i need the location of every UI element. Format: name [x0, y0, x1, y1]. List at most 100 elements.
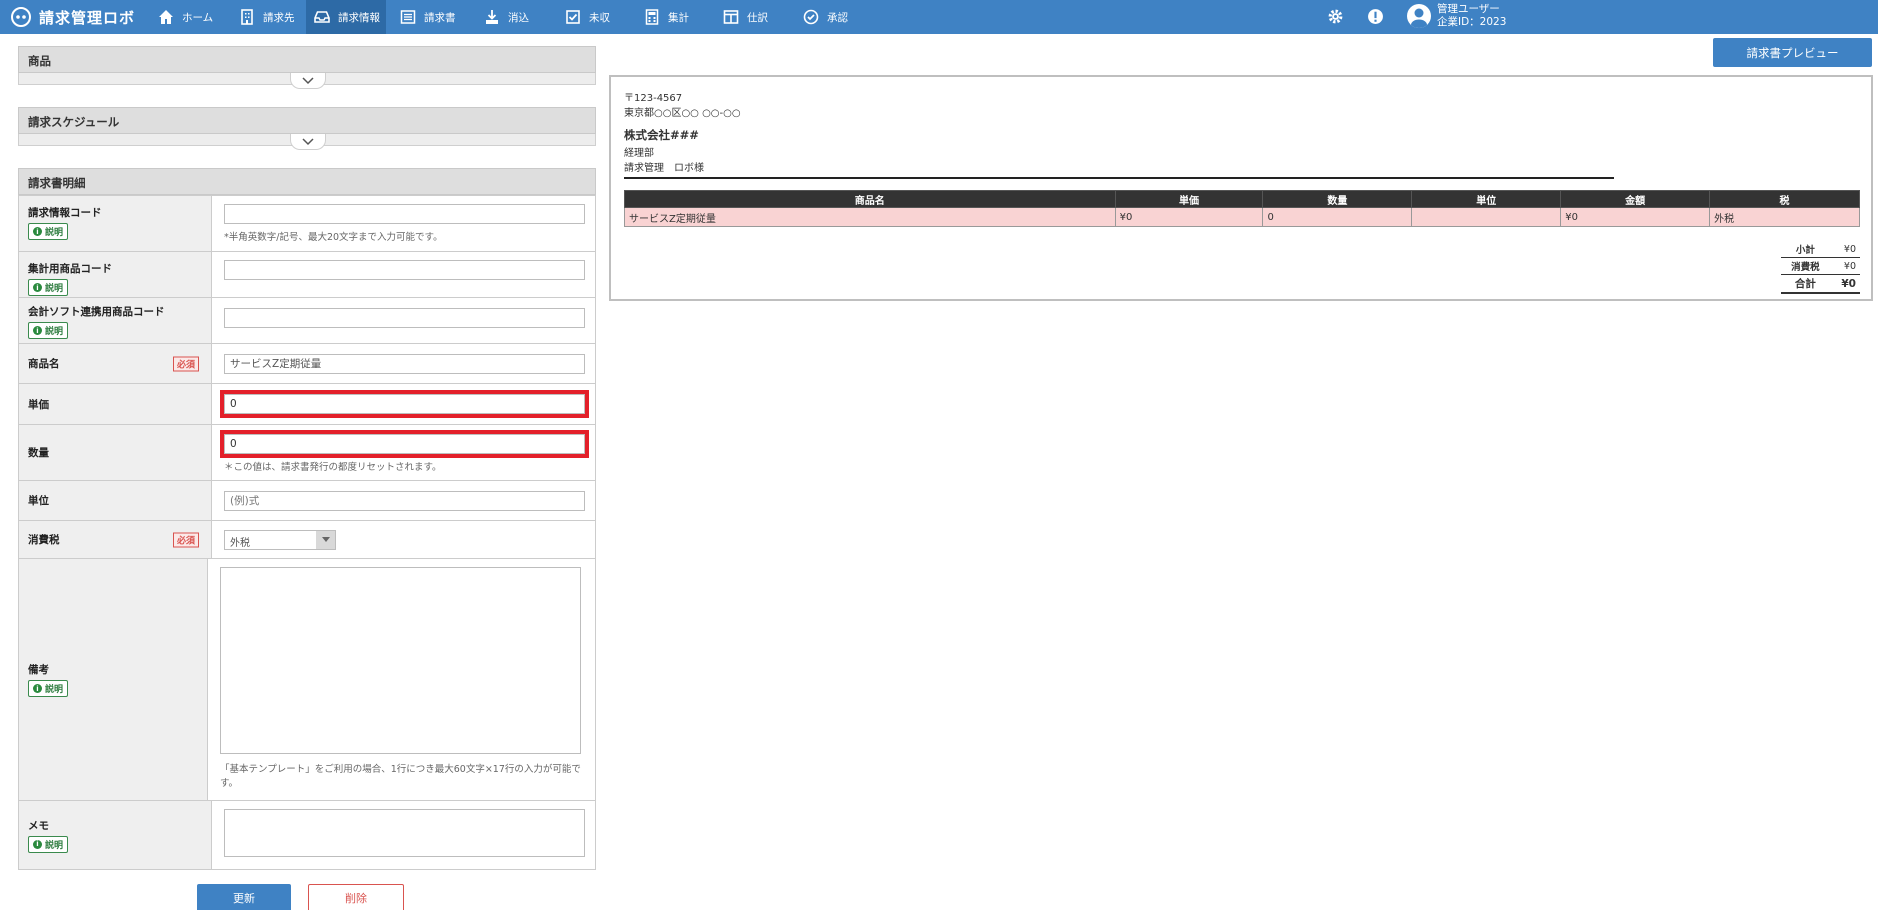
nav-unpaid-label: 未収	[589, 11, 610, 24]
building-icon	[241, 9, 253, 25]
label-cell: メモ i 説明	[19, 801, 212, 869]
info-icon: i	[33, 227, 42, 236]
column-header: 数量	[1262, 190, 1413, 208]
help-button[interactable]: i 説明	[28, 680, 69, 697]
product-name-label: 商品名	[28, 358, 60, 370]
table-cell: 外税	[1709, 207, 1860, 227]
tax-total-value: ¥0	[1829, 257, 1860, 275]
nav-billing-target[interactable]: 請求先	[239, 0, 299, 34]
nav-journal-label: 仕訳	[747, 11, 768, 24]
help-label: 説明	[45, 327, 64, 337]
alert-icon[interactable]	[1367, 8, 1384, 25]
home-icon	[159, 10, 173, 24]
avatar	[1407, 4, 1431, 28]
preview-totals: 小計 ¥0 消費税 ¥0 合計 ¥0	[1781, 241, 1860, 294]
delete-button[interactable]: 削除	[308, 884, 404, 910]
memo-label: メモ	[28, 819, 49, 832]
preview-postal: 〒123-4567	[624, 93, 683, 104]
nav-aggregate-label: 集計	[668, 11, 689, 24]
invoice-preview: 〒123-4567 東京都○○区○○ ○○-○○ 株式会社### 経理部 請求管…	[609, 75, 1873, 301]
column-header: 商品名	[624, 190, 1116, 208]
help-button[interactable]: i 説明	[28, 835, 69, 853]
column-header: 単価	[1114, 190, 1264, 208]
memo-textarea[interactable]	[224, 809, 585, 857]
nav-journal[interactable]: 仕訳	[723, 0, 775, 34]
schedule-expand-toggle[interactable]	[290, 134, 326, 150]
nav-aggregate[interactable]: 集計	[644, 0, 696, 34]
tax-select-value: 外税	[230, 537, 250, 549]
nav-billing-info[interactable]: 請求情報	[306, 0, 386, 34]
table-header-row: 商品名 単価 数量 単位 金額 税	[624, 190, 1860, 208]
help-button[interactable]: i 説明	[28, 279, 69, 296]
nav-reconcile-label: 消込	[508, 11, 529, 24]
caret-down-icon	[316, 530, 335, 549]
row-unit: 単位	[19, 480, 595, 520]
product-section-header[interactable]: 商品	[18, 46, 596, 73]
schedule-section-header[interactable]: 請求スケジュール	[18, 107, 596, 134]
table-cell: ¥0	[1560, 207, 1711, 227]
accounting-code-input[interactable]	[224, 308, 585, 328]
quantity-label: 数量	[28, 447, 49, 459]
help-label: 説明	[45, 840, 64, 851]
nav-unpaid[interactable]: 未収	[565, 0, 617, 34]
label-cell: 数量	[19, 425, 212, 480]
app-logo[interactable]: 請求管理ロボ	[10, 6, 135, 28]
row-quantity: 数量 ＊この値は、請求書発行の都度リセットされます。	[19, 424, 595, 480]
calculator-icon	[645, 9, 659, 25]
invoice-preview-button[interactable]: 請求書プレビュー	[1713, 38, 1872, 67]
nav-approval[interactable]: 承認	[803, 0, 855, 34]
accounting-code-label: 会計ソフト連携用商品コード	[28, 306, 165, 318]
value-cell	[212, 344, 595, 383]
value-cell	[212, 298, 595, 343]
user-menu[interactable]: 管理ユーザー 企業ID：2023	[1407, 3, 1506, 29]
aggregate-code-input[interactable]	[224, 260, 585, 280]
quantity-input[interactable]	[220, 430, 589, 458]
subtotal-row: 小計 ¥0	[1781, 241, 1860, 258]
unit-input[interactable]	[224, 490, 585, 511]
user-icon	[1411, 8, 1427, 28]
gear-icon[interactable]	[1327, 8, 1344, 25]
nav-home[interactable]: ホーム	[158, 0, 226, 34]
product-name-input[interactable]	[224, 353, 585, 374]
download-icon	[486, 10, 498, 24]
nav-invoice-label: 請求書	[424, 11, 456, 24]
help-button[interactable]: i 説明	[28, 223, 69, 240]
label-cell: 消費税 必須	[19, 521, 212, 558]
help-label: 説明	[45, 284, 64, 294]
nav-home-label: ホーム	[182, 11, 214, 24]
row-memo: メモ i 説明	[19, 800, 595, 869]
aggregate-code-label: 集計用商品コード	[28, 263, 112, 275]
billing-code-label: 請求情報コード	[28, 207, 102, 219]
value-cell: ＊この値は、請求書発行の都度リセットされます。	[212, 425, 595, 480]
chevron-down-icon	[302, 76, 314, 84]
nav-invoice[interactable]: 請求書	[400, 0, 460, 34]
list-icon	[400, 10, 416, 24]
remarks-label: 備考	[28, 664, 49, 676]
unit-price-label: 単価	[28, 398, 49, 411]
preview-recipient: 請求管理 ロボ様	[624, 163, 704, 174]
nav-reconcile[interactable]: 消込	[484, 0, 536, 34]
app-title: 請求管理ロボ	[39, 8, 136, 27]
row-tax: 消費税 必須 外税	[19, 520, 595, 558]
billing-code-input[interactable]	[224, 204, 585, 224]
value-cell: 「基本テンプレート」をご利用の場合、1行につき最大60文字×17行の入力が可能で…	[208, 559, 595, 800]
row-aggregate-code: 集計用商品コード i 説明	[19, 251, 595, 297]
chevron-down-icon	[302, 137, 314, 145]
help-button[interactable]: i 説明	[28, 322, 69, 339]
tax-select[interactable]: 外税	[224, 529, 336, 550]
billing-code-hint: *半角英数字/記号、最大20文字まで入力可能です。	[224, 232, 443, 243]
help-label: 説明	[45, 228, 64, 238]
update-button[interactable]: 更新	[197, 884, 291, 910]
value-cell	[212, 481, 595, 520]
columns-icon	[723, 10, 739, 24]
grand-total-row: 合計 ¥0	[1781, 274, 1860, 294]
product-collapse-bar	[18, 73, 596, 89]
inbox-icon	[314, 11, 330, 23]
preview-items-table: 商品名 単価 数量 単位 金額 税 サービスZ定期従量 ¥0 0 ¥0 外税	[624, 190, 1860, 227]
info-icon: i	[33, 326, 42, 335]
table-row: サービスZ定期従量 ¥0 0 ¥0 外税	[624, 207, 1860, 227]
product-expand-toggle[interactable]	[290, 73, 326, 89]
unit-price-input[interactable]	[220, 390, 589, 418]
required-badge: 必須	[172, 532, 199, 547]
remarks-textarea[interactable]	[220, 567, 581, 754]
